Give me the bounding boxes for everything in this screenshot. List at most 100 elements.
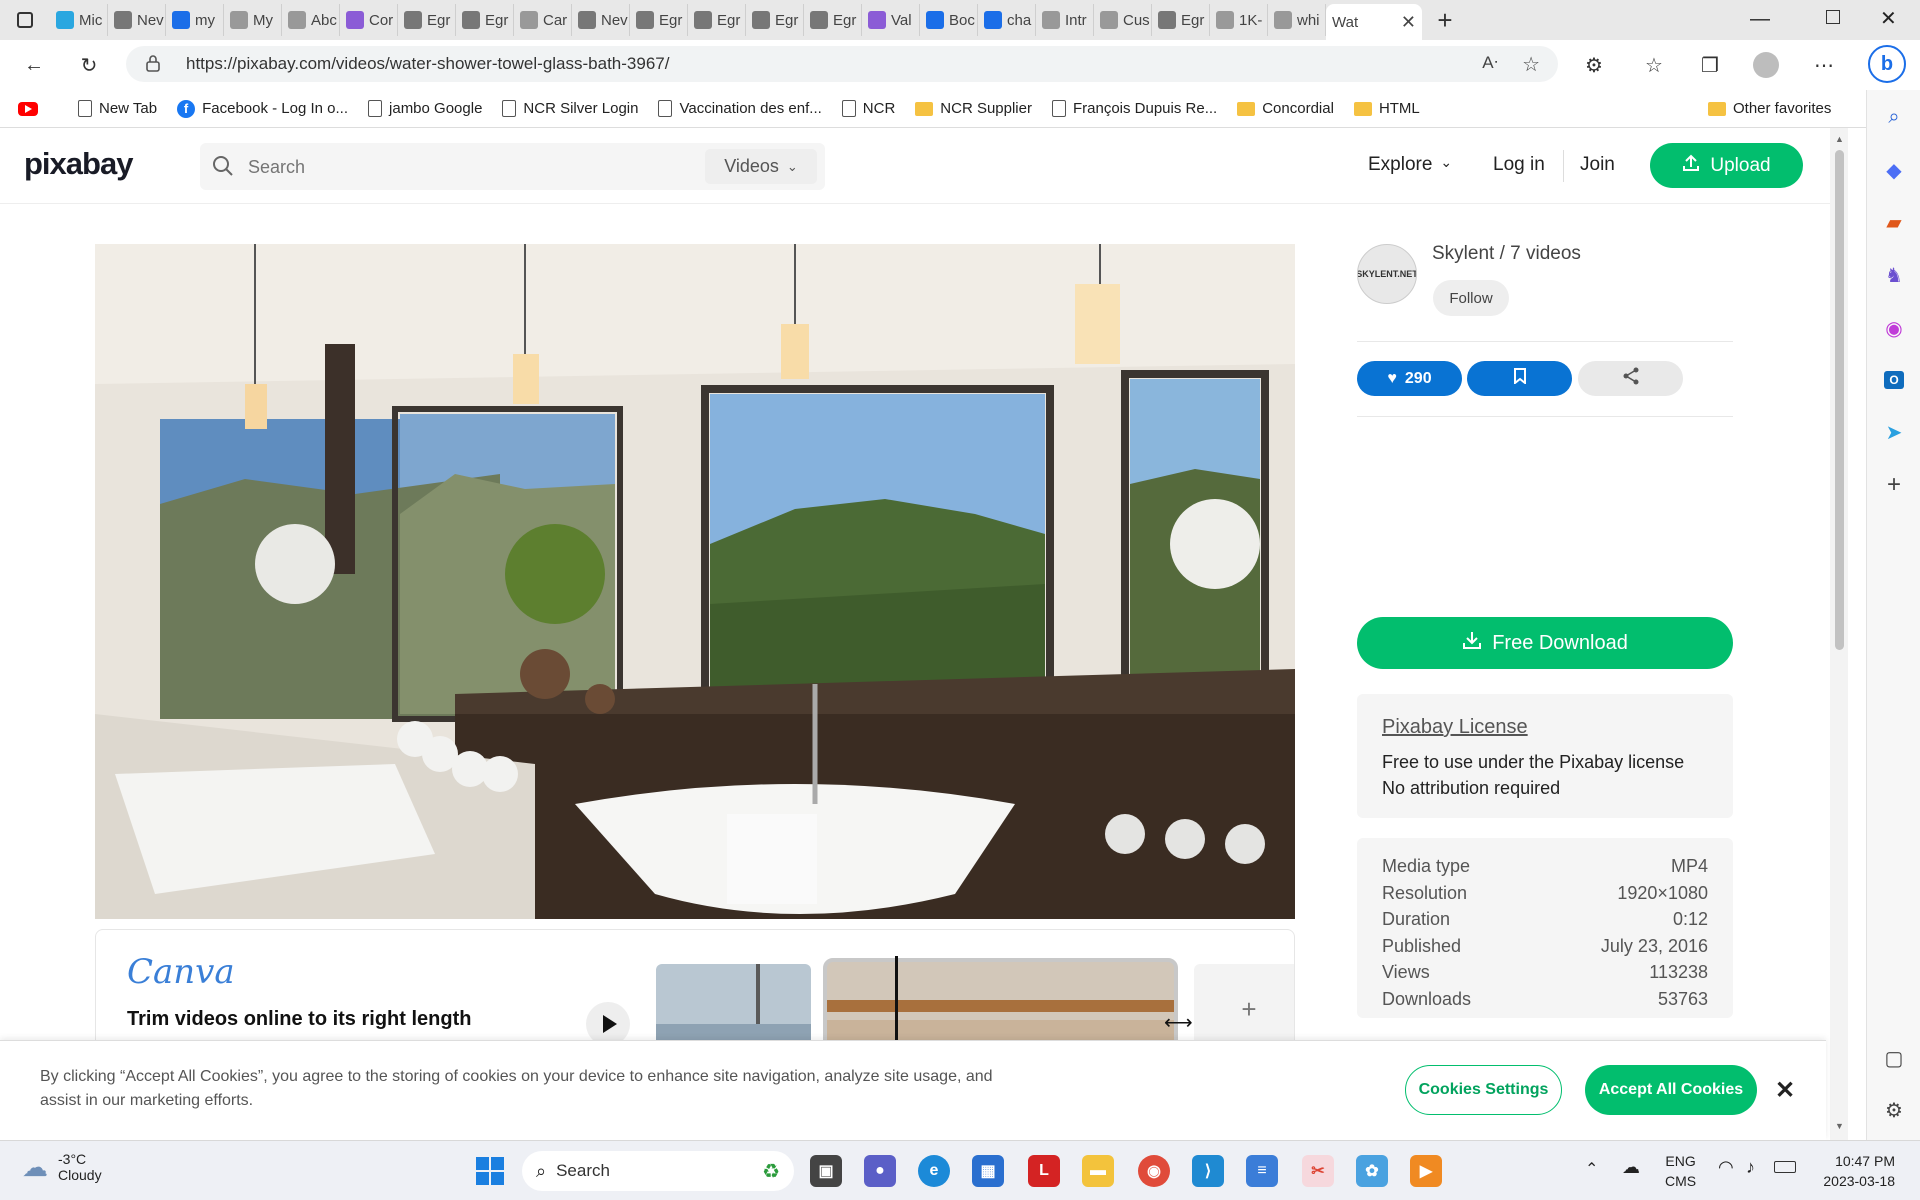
language-indicator[interactable]: ENG CMS (1665, 1151, 1696, 1191)
share-button[interactable] (1578, 361, 1683, 396)
tab-15[interactable]: Boc (920, 4, 978, 36)
app-icon[interactable]: ✿ (1356, 1155, 1388, 1187)
sidebar-add-icon[interactable]: + (1879, 470, 1909, 500)
wifi-icon[interactable]: ◠ (1718, 1157, 1734, 1178)
bookmark-button[interactable] (1467, 361, 1572, 396)
file-explorer-icon[interactable]: ▬ (1082, 1155, 1114, 1187)
media-type-select[interactable]: Videos ⌄ (705, 149, 817, 184)
canva-promo[interactable]: Canva Trim videos online to its right le… (95, 929, 1295, 1049)
tab-21[interactable]: whi (1268, 4, 1326, 36)
tab-12[interactable]: Egr (746, 4, 804, 36)
sidebar-outlook-icon[interactable]: O (1879, 365, 1909, 395)
video-player[interactable] (95, 244, 1295, 919)
favorite-item[interactable]: NCR Silver Login (502, 100, 638, 117)
pixabay-logo[interactable]: pixabay (24, 146, 133, 182)
close-icon[interactable]: ✕ (1775, 1076, 1795, 1105)
tab-close-icon[interactable]: ✕ (1401, 12, 1416, 33)
search-input[interactable] (248, 154, 698, 180)
add-favorite-icon[interactable]: ☆ (1522, 52, 1540, 77)
timeline-playhead[interactable] (895, 956, 898, 1048)
nav-join[interactable]: Join (1580, 154, 1615, 176)
tab-5[interactable]: Cor (340, 4, 398, 36)
tab-10[interactable]: Egr (630, 4, 688, 36)
taskbar-search[interactable]: ⌕ Search ♻ (522, 1151, 794, 1191)
favorite-item[interactable]: New Tab (78, 100, 157, 117)
cookies-settings-button[interactable]: Cookies Settings (1405, 1065, 1562, 1115)
store-icon[interactable]: ▦ (972, 1155, 1004, 1187)
collections-icon[interactable]: ❐ (1694, 49, 1726, 81)
favorites-icon[interactable]: ☆ (1638, 49, 1670, 81)
favorite-item[interactable]: Vaccination des enf... (658, 100, 822, 117)
other-favorites[interactable]: Other favorites (1708, 100, 1831, 117)
network-off-icon[interactable]: ☁ (1622, 1157, 1640, 1178)
favorite-item[interactable]: jambo Google (368, 100, 482, 117)
nav-explore[interactable]: Explore ⌄ (1368, 154, 1452, 176)
sidebar-shopping-icon[interactable]: ◆ (1879, 155, 1909, 185)
tab-16[interactable]: cha (978, 4, 1036, 36)
favorite-item[interactable]: François Dupuis Re... (1051, 100, 1217, 117)
favorite-item[interactable]: HTML (1353, 100, 1420, 117)
snipping-tool-icon[interactable]: ✂ (1302, 1155, 1334, 1187)
chat-icon[interactable]: ● (864, 1155, 896, 1187)
tab-18[interactable]: Cus (1094, 4, 1152, 36)
tab-1[interactable]: Nev (108, 4, 166, 36)
refresh-icon[interactable]: ↻ (73, 49, 105, 81)
chrome-icon[interactable]: ◉ (1138, 1155, 1170, 1187)
favorite-item[interactable]: Concordial (1237, 100, 1334, 117)
canva-timeline-clip[interactable] (823, 958, 1178, 1048)
tab-active[interactable]: Wat ✕ (1326, 4, 1422, 40)
tab-19[interactable]: Egr (1152, 4, 1210, 36)
sidebar-settings-icon[interactable]: ⚙ (1879, 1095, 1909, 1125)
like-button[interactable]: ♥ 290 (1357, 361, 1462, 396)
tab-20[interactable]: 1K- (1210, 4, 1268, 36)
license-link[interactable]: Pixabay License (1382, 716, 1528, 739)
tab-7[interactable]: Egr (456, 4, 514, 36)
read-aloud-icon[interactable]: Aᐧ (1482, 53, 1498, 73)
favorite-item[interactable]: f Facebook - Log In o... (177, 99, 348, 118)
task-view-icon[interactable]: ▣ (810, 1155, 842, 1187)
follow-button[interactable]: Follow (1433, 280, 1509, 316)
notepad-icon[interactable]: ≡ (1246, 1155, 1278, 1187)
tab-3[interactable]: My (224, 4, 282, 36)
page-scrollbar[interactable]: ▲ ▼ (1830, 128, 1848, 1140)
tab-0[interactable]: Mic (50, 4, 108, 36)
back-icon[interactable]: ← (18, 49, 50, 81)
sidebar-office-icon[interactable]: ◉ (1879, 313, 1909, 343)
address-bar[interactable]: https://pixabay.com/videos/water-shower-… (126, 46, 1558, 82)
extensions-icon[interactable]: ⚙ (1578, 49, 1610, 81)
free-download-button[interactable]: Free Download (1357, 617, 1733, 669)
sidebar-games-icon[interactable]: ♞ (1879, 260, 1909, 290)
window-restore-button[interactable] (1826, 10, 1840, 24)
start-button[interactable] (476, 1157, 504, 1185)
tab-6[interactable]: Egr (398, 4, 456, 36)
tab-17[interactable]: Intr (1036, 4, 1094, 36)
sidebar-split-icon[interactable]: ▢ (1879, 1043, 1909, 1073)
tab-13[interactable]: Egr (804, 4, 862, 36)
edge-taskbar-icon[interactable]: e (918, 1155, 950, 1187)
tab-9[interactable]: Nev (572, 4, 630, 36)
canva-add-clip[interactable]: + (1194, 964, 1294, 1048)
weather-widget[interactable]: ☁ -3°C Cloudy (22, 1151, 102, 1183)
tab-8[interactable]: Car (514, 4, 572, 36)
volume-icon[interactable]: ♪ (1746, 1157, 1755, 1178)
author-avatar[interactable]: SKYLENT.NET (1357, 244, 1417, 304)
tray-chevron-icon[interactable]: ⌃ (1585, 1159, 1598, 1179)
youtube-icon[interactable] (18, 101, 38, 116)
favorite-item[interactable]: NCR Supplier (915, 100, 1032, 117)
window-minimize-button[interactable]: — (1750, 8, 1770, 31)
sidebar-tools-icon[interactable]: ▰ (1879, 207, 1909, 237)
battery-icon[interactable] (1774, 1161, 1796, 1173)
tab-actions-icon[interactable] (0, 4, 50, 36)
new-tab-button[interactable]: + (1422, 5, 1468, 36)
favorite-item[interactable]: NCR (841, 100, 895, 117)
scrollbar-thumb[interactable] (1835, 150, 1844, 650)
nav-login[interactable]: Log in (1493, 154, 1545, 176)
upload-button[interactable]: Upload (1650, 143, 1803, 188)
scroll-up-arrow[interactable]: ▲ (1835, 134, 1844, 144)
author-line[interactable]: Skylent / 7 videos (1432, 243, 1581, 265)
more-menu-icon[interactable]: ⋯ (1808, 49, 1840, 81)
resize-handle-icon[interactable]: ⟷ (1164, 1010, 1193, 1035)
sidebar-send-icon[interactable]: ➤ (1879, 417, 1909, 447)
tab-14[interactable]: Val (862, 4, 920, 36)
bing-copilot-icon[interactable]: b (1868, 45, 1906, 83)
